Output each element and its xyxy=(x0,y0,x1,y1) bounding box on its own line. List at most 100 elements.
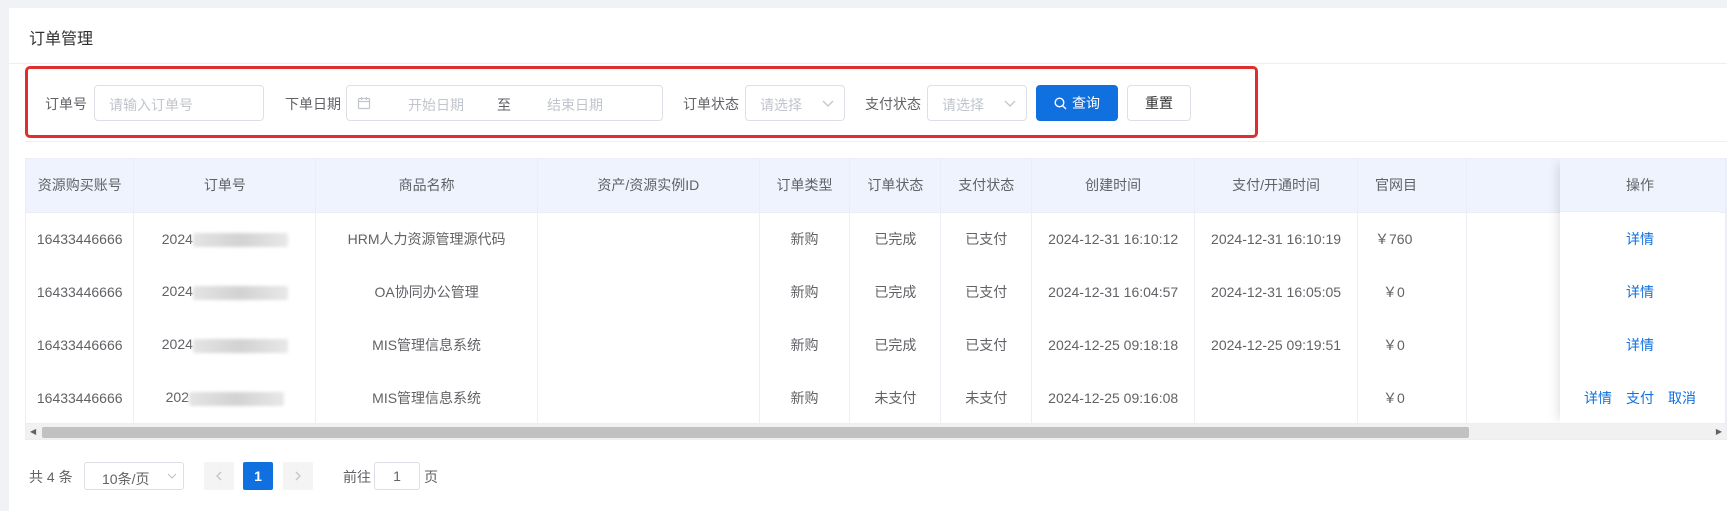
col-pay-status: 支付状态 xyxy=(940,159,1033,213)
cell-asset-id xyxy=(537,212,760,265)
col-paid-time: 支付/开通时间 xyxy=(1194,159,1358,213)
col-actions: 操作 xyxy=(1560,159,1720,212)
cell-created: 2024-12-25 09:16:08 xyxy=(1031,371,1196,424)
order-no-placeholder: 请输入订单号 xyxy=(109,97,193,113)
order-no-input[interactable]: 请输入订单号 xyxy=(94,85,264,121)
order-management-card: 订单管理 订单号 请输入订单号 下单日期 开始日期 至 结束日期 订单状态 请选… xyxy=(9,8,1727,511)
row-actions: 详情 支付 取消 xyxy=(1560,371,1720,424)
order-status-placeholder: 请选择 xyxy=(760,97,802,113)
col-product: 商品名称 xyxy=(315,159,539,213)
page-title: 订单管理 xyxy=(29,31,94,48)
cell-account: 16433446666 xyxy=(26,318,135,371)
pay-link[interactable]: 支付 xyxy=(1626,388,1654,408)
search-icon xyxy=(1054,96,1067,110)
cell-account: 16433446666 xyxy=(26,371,135,424)
cell-order-no: 2024 xyxy=(133,265,317,318)
cell-order-no: 202 xyxy=(133,371,317,424)
col-created-time: 创建时间 xyxy=(1031,159,1196,213)
row-actions: 详情 xyxy=(1560,318,1720,371)
order-date-range-picker[interactable]: 开始日期 至 结束日期 xyxy=(346,85,663,121)
chevron-right-icon xyxy=(294,471,302,481)
cell-created: 2024-12-31 16:10:12 xyxy=(1031,212,1196,265)
cell-type: 新购 xyxy=(759,212,851,265)
cell-product: HRM人力资源管理源代码 xyxy=(315,212,539,265)
cell-account: 16433446666 xyxy=(26,265,135,318)
scrollbar-thumb[interactable] xyxy=(42,427,1469,438)
cell-asset-id xyxy=(537,265,760,318)
cell-created: 2024-12-31 16:04:57 xyxy=(1031,265,1196,318)
detail-link[interactable]: 详情 xyxy=(1626,282,1654,302)
cell-product: MIS管理信息系统 xyxy=(315,318,539,371)
cell-status: 已完成 xyxy=(849,212,942,265)
cell-order-no: 2024 xyxy=(133,212,317,265)
cell-type: 新购 xyxy=(759,318,851,371)
pay-status-select[interactable]: 请选择 xyxy=(927,85,1027,121)
cell-type: 新购 xyxy=(759,265,851,318)
pay-status-placeholder: 请选择 xyxy=(942,97,984,113)
goto-suffix: 页 xyxy=(424,469,438,485)
cell-price: ￥0 xyxy=(1357,318,1467,371)
start-date-placeholder[interactable]: 开始日期 xyxy=(408,95,464,115)
col-order-status: 订单状态 xyxy=(849,159,942,213)
chevron-down-icon xyxy=(822,98,834,108)
goto-page-input[interactable]: 1 xyxy=(374,462,420,490)
title-divider xyxy=(9,63,1727,64)
order-no-prefix: 2024 xyxy=(161,336,193,353)
orders-table: 资源购买账号 订单号 商品名称 资产/资源实例ID 订单类型 订单状态 支付状态… xyxy=(25,158,1727,440)
page-size-value: 10条/页 xyxy=(102,471,150,487)
horizontal-scrollbar[interactable]: ◀ ▶ xyxy=(26,423,1726,439)
row-actions: 详情 xyxy=(1560,212,1720,265)
col-order-type: 订单类型 xyxy=(759,159,851,213)
redacted-order-no xyxy=(192,338,288,353)
goto-prefix: 前往 xyxy=(343,469,371,485)
order-no-prefix: 2024 xyxy=(161,230,193,247)
search-button-label: 查询 xyxy=(1072,95,1100,111)
table-row: 16433446666 2024 OA协同办公管理 新购 已完成 已支付 202… xyxy=(26,265,1726,318)
cell-pay: 已支付 xyxy=(940,318,1033,371)
cancel-link[interactable]: 取消 xyxy=(1668,388,1696,408)
col-order-no: 订单号 xyxy=(133,159,317,213)
cell-product: MIS管理信息系统 xyxy=(315,371,539,424)
cell-price: ￥760 xyxy=(1357,212,1467,265)
table-row: 16433446666 2024 MIS管理信息系统 新购 已完成 已支付 20… xyxy=(26,318,1726,371)
chevron-down-icon xyxy=(167,472,177,480)
chevron-left-icon xyxy=(215,471,223,481)
detail-link[interactable]: 详情 xyxy=(1584,388,1612,408)
redacted-order-no xyxy=(192,285,288,300)
order-status-label: 订单状态 xyxy=(683,96,739,112)
redacted-order-no xyxy=(189,391,284,406)
page-1-button[interactable]: 1 xyxy=(243,462,273,490)
next-page-button[interactable] xyxy=(283,462,313,490)
prev-page-button[interactable] xyxy=(204,462,234,490)
filter-divider xyxy=(25,141,1727,142)
total-count: 共 4 条 xyxy=(29,469,73,485)
calendar-icon xyxy=(357,96,371,110)
redacted-order-no xyxy=(192,232,288,247)
page-size-select[interactable]: 10条/页 xyxy=(84,462,184,490)
cell-pay: 未支付 xyxy=(940,371,1033,424)
search-button[interactable]: 查询 xyxy=(1036,85,1118,121)
cell-paid: 2024-12-25 09:19:51 xyxy=(1194,318,1358,371)
row-actions: 详情 xyxy=(1560,265,1720,318)
table-header-row: 资源购买账号 订单号 商品名称 资产/资源实例ID 订单类型 订单状态 支付状态… xyxy=(26,159,1726,213)
cell-order-no: 2024 xyxy=(133,318,317,371)
cell-asset-id xyxy=(537,371,760,424)
order-no-prefix: 2024 xyxy=(161,283,193,300)
cell-paid xyxy=(1194,371,1358,424)
cell-account: 16433446666 xyxy=(26,212,135,265)
cell-created: 2024-12-25 09:18:18 xyxy=(1031,318,1196,371)
detail-link[interactable]: 详情 xyxy=(1626,335,1654,355)
reset-button[interactable]: 重置 xyxy=(1127,85,1191,121)
detail-link[interactable]: 详情 xyxy=(1626,229,1654,249)
action-column: 操作 详情 详情 详情 详情 支付 取消 xyxy=(1560,159,1720,424)
col-asset-id: 资产/资源实例ID xyxy=(537,159,760,213)
scroll-right-arrow-icon[interactable]: ▶ xyxy=(1716,427,1722,436)
cell-product: OA协同办公管理 xyxy=(315,265,539,318)
chevron-down-icon xyxy=(1004,98,1016,108)
order-date-label: 下单日期 xyxy=(285,96,341,112)
cell-status: 已完成 xyxy=(849,318,942,371)
scroll-left-arrow-icon[interactable]: ◀ xyxy=(30,427,36,436)
orders-table-grid: 资源购买账号 订单号 商品名称 资产/资源实例ID 订单类型 订单状态 支付状态… xyxy=(26,159,1726,424)
order-status-select[interactable]: 请选择 xyxy=(745,85,845,121)
end-date-placeholder[interactable]: 结束日期 xyxy=(547,95,603,115)
